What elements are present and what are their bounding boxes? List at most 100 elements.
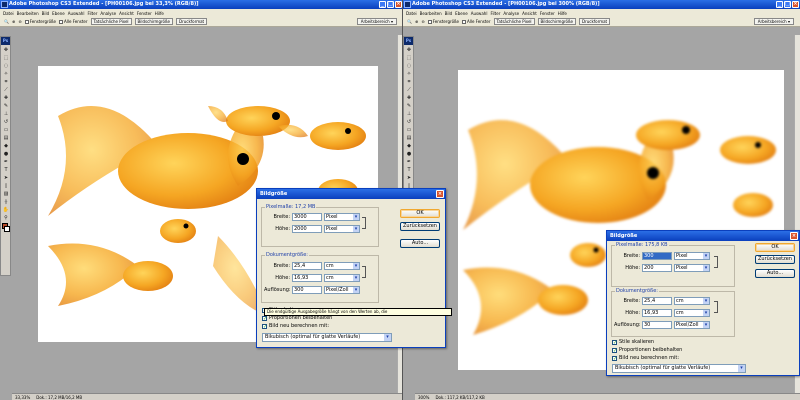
history-brush-icon[interactable]: ↺: [2, 118, 11, 125]
menu-ansicht[interactable]: Ansicht: [119, 11, 134, 16]
doc-width-input[interactable]: 25,4: [642, 297, 672, 305]
stamp-tool-icon[interactable]: ⊥: [405, 110, 414, 117]
marquee-tool-icon[interactable]: ⬚: [405, 54, 414, 61]
fit-screen-button[interactable]: Bildschirmgröße: [537, 18, 576, 25]
menu-filter[interactable]: Filter: [87, 11, 97, 16]
print-size-button[interactable]: Druckformat: [578, 18, 611, 25]
px-height-input[interactable]: 200: [642, 264, 672, 272]
resolution-input[interactable]: 30: [642, 321, 672, 329]
pen-tool-icon[interactable]: ✒: [2, 158, 11, 165]
resolution-input[interactable]: 300: [292, 286, 322, 294]
type-tool-icon[interactable]: T: [405, 166, 414, 173]
path-select-icon[interactable]: ➤: [405, 174, 414, 181]
pen-tool-icon[interactable]: ✒: [405, 158, 414, 165]
magic-wand-icon[interactable]: ✧: [2, 70, 11, 77]
blur-tool-icon[interactable]: ◆: [405, 142, 414, 149]
all-windows-checkbox[interactable]: Alle Fenster: [462, 19, 491, 24]
doc-height-unit-select[interactable]: cm: [324, 274, 360, 282]
menu-auswahl[interactable]: Auswahl: [471, 11, 488, 16]
zoom-level[interactable]: 300%: [418, 394, 429, 400]
lasso-tool-icon[interactable]: ◌: [2, 62, 11, 69]
resample-method-select[interactable]: Bikubisch (optimal für glatte Verläufe): [612, 364, 746, 373]
eraser-tool-icon[interactable]: ▭: [405, 126, 414, 133]
px-width-input[interactable]: 300: [642, 252, 672, 260]
eraser-tool-icon[interactable]: ▭: [2, 126, 11, 133]
menu-analyse[interactable]: Analyse: [100, 11, 116, 16]
dialog-close-button[interactable]: ×: [790, 232, 798, 240]
zoom-in-icon[interactable]: ⊕: [415, 19, 418, 24]
dodge-tool-icon[interactable]: ●: [2, 150, 11, 157]
menu-bild[interactable]: Bild: [445, 11, 453, 16]
ok-button[interactable]: OK: [400, 209, 440, 218]
path-select-icon[interactable]: ➤: [2, 174, 11, 181]
slice-tool-icon[interactable]: ⟋: [2, 86, 11, 93]
menu-fenster[interactable]: Fenster: [137, 11, 152, 16]
menu-bearbeiten[interactable]: Bearbeiten: [420, 11, 442, 16]
scale-styles-checkbox[interactable]: ✓Stile skalieren: [612, 339, 654, 345]
px-width-input[interactable]: 3000: [292, 213, 322, 221]
menu-filter[interactable]: Filter: [490, 11, 500, 16]
doc-height-unit-select[interactable]: cm: [674, 309, 710, 317]
px-width-unit-select[interactable]: Pixel: [324, 213, 360, 221]
actual-pixels-button[interactable]: Tatsächliche Pixel: [90, 18, 132, 25]
resample-checkbox[interactable]: ✓ Bild neu berechnen mit:: [612, 355, 679, 361]
magic-wand-icon[interactable]: ✧: [405, 70, 414, 77]
workspace-button[interactable]: Arbeitsbereich ▾: [356, 18, 397, 25]
menu-bild[interactable]: Bild: [42, 11, 50, 16]
fit-screen-button[interactable]: Bildschirmgröße: [134, 18, 173, 25]
healing-brush-icon[interactable]: ✚: [2, 94, 11, 101]
zoom-tool-icon[interactable]: ⚲: [2, 214, 11, 221]
minimize-button[interactable]: _: [776, 1, 783, 8]
resample-checkbox[interactable]: ✓ Bild neu berechnen mit:: [262, 323, 329, 329]
menu-hilfe[interactable]: Hilfe: [558, 11, 567, 16]
history-brush-icon[interactable]: ↺: [405, 118, 414, 125]
dialog-close-button[interactable]: ×: [436, 190, 444, 198]
menu-auswahl[interactable]: Auswahl: [68, 11, 85, 16]
resolution-unit-select[interactable]: Pixel/Zoll: [674, 321, 710, 329]
resize-windows-checkbox[interactable]: Fenstergröße: [427, 19, 459, 24]
all-windows-checkbox[interactable]: Alle Fenster: [59, 19, 88, 24]
doc-width-input[interactable]: 25,4: [292, 262, 322, 270]
eyedropper-tool-icon[interactable]: ⟠: [2, 198, 11, 205]
gradient-tool-icon[interactable]: ▤: [405, 134, 414, 141]
menu-ansicht[interactable]: Ansicht: [522, 11, 537, 16]
actual-pixels-button[interactable]: Tatsächliche Pixel: [493, 18, 535, 25]
slice-tool-icon[interactable]: ⟋: [405, 86, 414, 93]
hand-tool-icon[interactable]: ✋: [2, 206, 11, 213]
lasso-tool-icon[interactable]: ◌: [405, 62, 414, 69]
doc-width-unit-select[interactable]: cm: [674, 297, 710, 305]
gradient-tool-icon[interactable]: ▤: [2, 134, 11, 141]
px-height-input[interactable]: 2000: [292, 225, 322, 233]
constrain-proportions-checkbox[interactable]: ✓ Proportionen beibehalten: [612, 347, 682, 353]
zoom-level[interactable]: 33,33%: [15, 394, 30, 400]
ok-button[interactable]: OK: [755, 243, 795, 252]
resolution-unit-select[interactable]: Pixel/Zoll: [324, 286, 360, 294]
close-button[interactable]: ×: [792, 1, 799, 8]
doc-height-input[interactable]: 16,93: [292, 274, 322, 282]
brush-tool-icon[interactable]: ✎: [2, 102, 11, 109]
menu-datei[interactable]: Datei: [406, 11, 417, 16]
menu-ebene[interactable]: Ebene: [52, 11, 65, 16]
type-tool-icon[interactable]: T: [2, 166, 11, 173]
resample-method-select[interactable]: Bikubisch (optimal für glatte Verläufe): [262, 333, 392, 342]
print-size-button[interactable]: Druckformat: [175, 18, 208, 25]
doc-width-unit-select[interactable]: cm: [324, 262, 360, 270]
dodge-tool-icon[interactable]: ●: [405, 150, 414, 157]
brush-tool-icon[interactable]: ✎: [405, 102, 414, 109]
notes-tool-icon[interactable]: ▨: [2, 190, 11, 197]
menu-datei[interactable]: Datei: [3, 11, 14, 16]
menu-analyse[interactable]: Analyse: [503, 11, 519, 16]
healing-brush-icon[interactable]: ✚: [405, 94, 414, 101]
px-height-unit-select[interactable]: Pixel: [674, 264, 710, 272]
reset-button[interactable]: Zurücksetzen: [755, 255, 795, 264]
blur-tool-icon[interactable]: ◆: [2, 142, 11, 149]
maximize-button[interactable]: □: [784, 1, 791, 8]
crop-tool-icon[interactable]: ⌗: [405, 78, 414, 85]
auto-button[interactable]: Auto...: [755, 269, 795, 278]
move-tool-icon[interactable]: ✥: [405, 46, 414, 53]
zoom-in-icon[interactable]: ⊕: [12, 19, 15, 24]
zoom-out-icon[interactable]: ⊖: [18, 19, 21, 24]
menu-fenster[interactable]: Fenster: [540, 11, 555, 16]
menu-bearbeiten[interactable]: Bearbeiten: [17, 11, 39, 16]
resize-windows-checkbox[interactable]: Fenstergröße: [24, 19, 56, 24]
